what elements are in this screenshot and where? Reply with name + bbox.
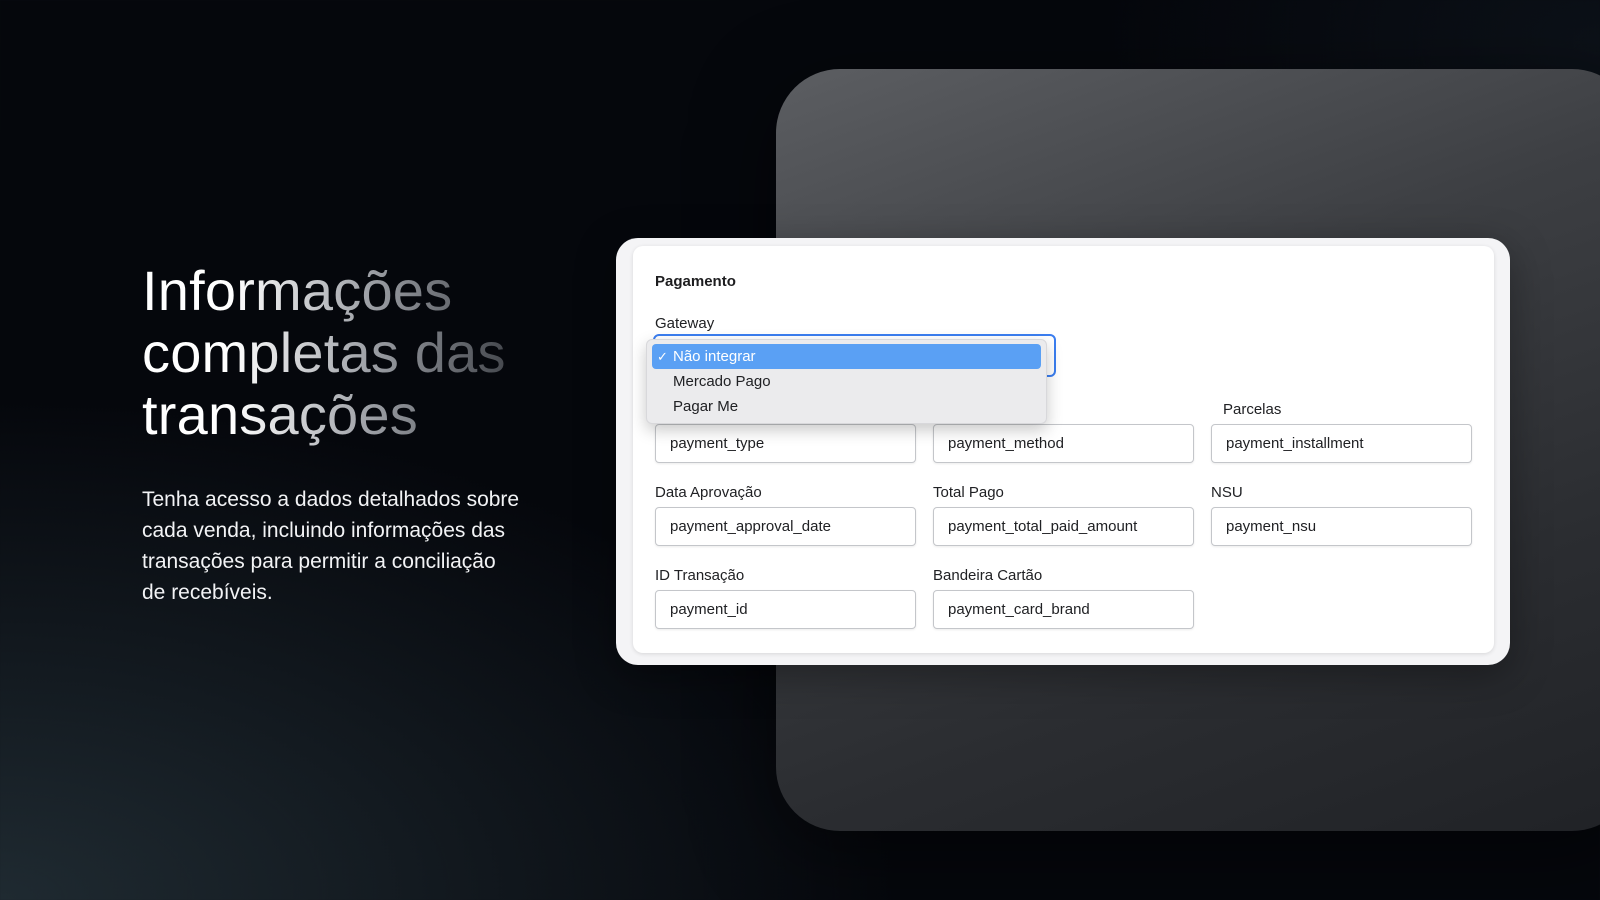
hero-title-line: Informações (142, 260, 562, 322)
transaction-id-label: ID Transação (655, 567, 745, 584)
payment-form-card: Pagamento Gateway Parcelas payment_type … (616, 238, 1510, 665)
card-brand-field[interactable]: payment_card_brand (933, 590, 1194, 629)
transaction-id-field[interactable]: payment_id (655, 590, 916, 629)
gateway-option-pagar-me[interactable]: Pagar Me (652, 394, 1041, 419)
option-label: Não integrar (673, 348, 756, 365)
section-title: Pagamento (655, 273, 736, 290)
gateway-option-mercado-pago[interactable]: Mercado Pago (652, 369, 1041, 394)
approval-date-label: Data Aprovação (655, 484, 762, 501)
installments-field[interactable]: payment_installment (1211, 424, 1472, 463)
payment-type-field[interactable]: payment_type (655, 424, 916, 463)
total-paid-field[interactable]: payment_total_paid_amount (933, 507, 1194, 546)
option-label: Mercado Pago (673, 373, 771, 390)
option-label: Pagar Me (673, 398, 739, 415)
hero-title-line: completas das (142, 322, 562, 384)
gateway-option-nao-integrar[interactable]: ✓ Não integrar (652, 344, 1041, 369)
installments-label: Parcelas (1223, 401, 1282, 418)
hero-description: Tenha acesso a dados detalhados sobre ca… (142, 488, 520, 604)
hero-title: Informações completas das transações (142, 260, 562, 446)
gateway-dropdown: ✓ Não integrar Mercado Pago Pagar Me (646, 339, 1047, 424)
hero-title-line: transações (142, 384, 562, 446)
payment-method-field[interactable]: payment_method (933, 424, 1194, 463)
approval-date-field[interactable]: payment_approval_date (655, 507, 916, 546)
total-paid-label: Total Pago (933, 484, 1004, 501)
nsu-label: NSU (1211, 484, 1243, 501)
payment-form: Pagamento Gateway Parcelas payment_type … (633, 246, 1494, 653)
card-brand-label: Bandeira Cartão (933, 567, 1043, 584)
nsu-field[interactable]: payment_nsu (1211, 507, 1472, 546)
checkmark-icon: ✓ (657, 349, 668, 364)
gateway-label: Gateway (655, 315, 715, 332)
